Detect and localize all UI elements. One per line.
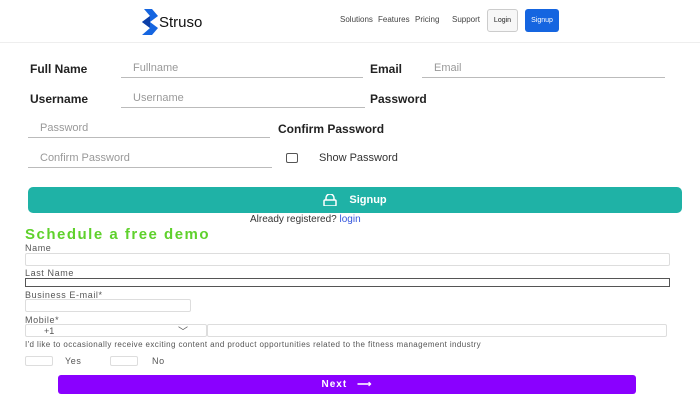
signup-button[interactable]: Signup: [28, 187, 682, 213]
nav-solutions[interactable]: Solutions: [340, 15, 373, 24]
nav-signup-button[interactable]: Signup: [525, 9, 559, 32]
email-input[interactable]: Email: [422, 58, 665, 78]
consent-text: I'd like to occasionally receive excitin…: [25, 340, 482, 349]
signup-label: Signup: [349, 194, 387, 206]
confirm-password-label: Confirm Password: [278, 122, 385, 136]
password-input[interactable]: Password: [28, 118, 270, 138]
name-input[interactable]: [25, 253, 670, 266]
last-name-input[interactable]: [25, 278, 670, 287]
full-name-input[interactable]: Fullname: [121, 58, 363, 78]
demo-title: Schedule a free demo: [25, 226, 211, 243]
chevron-down-icon: ﹀: [178, 327, 188, 338]
nav-features[interactable]: Features: [378, 15, 410, 24]
brand-logo[interactable]: Struso: [142, 9, 202, 35]
brand-name: Struso: [159, 13, 203, 31]
yes-label: Yes: [65, 356, 82, 366]
show-password-checkbox[interactable]: [286, 153, 298, 163]
password-label: Password: [370, 92, 427, 106]
mobile-input[interactable]: [207, 324, 667, 337]
login-button[interactable]: Login: [487, 9, 518, 32]
username-input[interactable]: Username: [121, 88, 365, 108]
logo-icon: [142, 9, 158, 35]
lock-icon: [323, 194, 338, 206]
email-label: Email: [370, 62, 403, 76]
username-label: Username: [30, 92, 89, 106]
nav-pricing[interactable]: Pricing: [415, 15, 439, 24]
confirm-password-input[interactable]: Confirm Password: [28, 148, 272, 168]
arrow-right-icon: ⟶: [357, 379, 373, 390]
already-text: Already registered?: [250, 214, 337, 225]
no-checkbox[interactable]: [110, 356, 138, 366]
login-link[interactable]: login: [340, 214, 361, 225]
next-button[interactable]: Next ⟶: [58, 375, 636, 394]
business-email-input[interactable]: [25, 299, 191, 312]
no-label: No: [152, 356, 165, 366]
country-code-value: +1: [44, 325, 55, 336]
next-label: Next: [321, 379, 348, 390]
full-name-label: Full Name: [30, 62, 88, 76]
nav-support[interactable]: Support: [452, 15, 480, 24]
already-registered: Already registered? login: [250, 214, 361, 225]
last-name-label: Last Name: [25, 268, 74, 278]
country-code-select[interactable]: +1 ﹀: [25, 324, 207, 338]
yes-checkbox[interactable]: [25, 356, 53, 366]
name-label: Name: [25, 243, 52, 253]
show-password-label: Show Password: [319, 152, 398, 164]
